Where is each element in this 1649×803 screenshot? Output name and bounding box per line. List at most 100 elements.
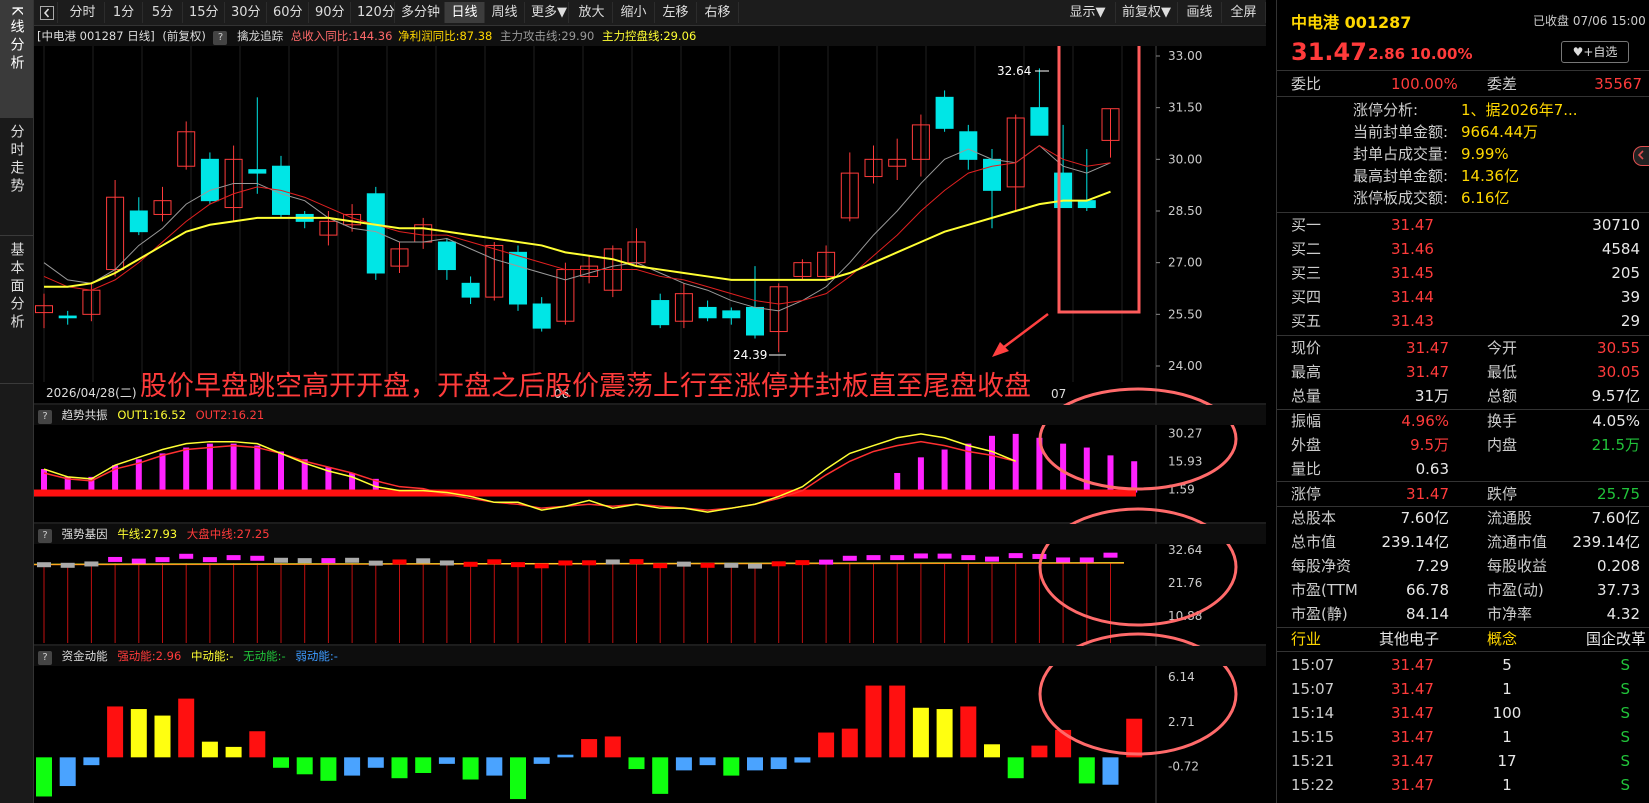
stat-value: 25.75: [1597, 485, 1640, 503]
stat-value: 4.05%: [1592, 412, 1640, 430]
trade-tick-row: 15:22 31.47 1 S: [1277, 773, 1649, 797]
bid-volume: 30710: [1592, 216, 1640, 234]
indicator-revenue: 总收入同比:144.36: [290, 29, 393, 43]
tick-time: 15:07: [1291, 680, 1335, 698]
period-button[interactable]: 120分: [351, 2, 395, 23]
fund-bar: [675, 757, 692, 771]
fund-bar: [794, 757, 811, 763]
y-tick-label: 33.00: [1168, 49, 1202, 63]
fund-bar: [296, 757, 313, 775]
y-tick-label: 30.00: [1168, 152, 1202, 166]
gene-block: [985, 556, 999, 562]
period-button[interactable]: 1分: [105, 2, 143, 23]
tick-side: S: [1620, 680, 1630, 698]
bid-label: 买二: [1291, 240, 1322, 258]
limit-analysis-label: 涨停分析:: [1353, 101, 1419, 119]
panel-gene-market: 大盘中线:27.25: [186, 527, 270, 541]
y-tick-label: 21.76: [1168, 576, 1202, 590]
stat-value: 7.60亿: [1400, 509, 1449, 527]
trend-bar: [206, 443, 213, 493]
fund-bar: [533, 757, 550, 764]
period-button[interactable]: 90分: [309, 2, 351, 23]
tick-time: 15:14: [1291, 704, 1335, 722]
view-option-button[interactable]: 显示▼: [1060, 2, 1116, 23]
period-button[interactable]: 30分: [225, 2, 267, 23]
concept-label: 概念: [1487, 630, 1518, 648]
zoom-pan-button[interactable]: 缩小: [613, 2, 655, 23]
low-price-label: 24.39: [733, 348, 767, 362]
zoom-pan-button[interactable]: 放大: [571, 2, 613, 23]
zoom-pan-button[interactable]: 左移: [655, 2, 697, 23]
fund-bar: [59, 757, 76, 787]
tick-volume: 5: [1502, 656, 1512, 674]
fund-bar: [699, 757, 716, 766]
limit-analysis-row: 最高封单金额: 14.36亿: [1277, 165, 1649, 187]
tick-side: S: [1620, 656, 1630, 674]
stat-label: 流通股: [1487, 509, 1533, 527]
period-button[interactable]: 5分: [143, 2, 183, 23]
view-option-button[interactable]: 画线: [1178, 2, 1222, 23]
help-icon[interactable]: ?: [38, 529, 52, 543]
gene-block: [487, 559, 502, 565]
period-button[interactable]: 15分: [183, 2, 225, 23]
help-icon[interactable]: ?: [213, 31, 228, 45]
period-button[interactable]: 60分: [267, 2, 309, 23]
period-button[interactable]: 分时: [61, 2, 105, 23]
zoom-pan-button[interactable]: 右移: [697, 2, 739, 23]
limit-analysis-row: 封单占成交量: 9.99%: [1277, 143, 1649, 165]
view-option-button[interactable]: 前复权▼: [1116, 2, 1178, 23]
gene-block: [1079, 557, 1094, 563]
period-button[interactable]: 日线: [445, 2, 485, 23]
chevron-left-icon[interactable]: [1633, 146, 1649, 166]
fund-bar: [1078, 757, 1095, 784]
trend-out2-line: [43, 440, 1016, 511]
nav-item-1[interactable]: 分时走势: [0, 118, 33, 236]
candle-body: [1030, 107, 1049, 136]
fund-bar: [344, 757, 361, 776]
view-option-button[interactable]: 全屏: [1222, 2, 1266, 23]
stat-value: 66.78: [1406, 581, 1449, 599]
panel-fund-header: ? 资金动能 强动能:2.96 中动能:- 无动能:- 弱动能:-: [34, 646, 1266, 666]
candle-body: [532, 303, 551, 329]
fund-bar: [1007, 757, 1024, 779]
stat-value: 31万: [1414, 387, 1449, 405]
gene-block: [345, 557, 360, 563]
gene-block: [582, 560, 597, 566]
current-price: 31.47: [1291, 38, 1367, 66]
fund-bar: [652, 757, 669, 794]
period-button[interactable]: 多分钟: [395, 2, 445, 23]
stock-title: [中电港 001287 日线]: [37, 29, 155, 43]
indicator-attack-line: 主力攻击线:29.90: [500, 29, 595, 43]
toolbar: 分时 1分 5分 15分 30分 60分 90分 120分 多分钟 日线 周线 更多▼ 放大 缩小 左移 右移…: [34, 0, 1266, 26]
help-icon[interactable]: ?: [38, 651, 52, 665]
panel-trend-header: ? 趋势共振 OUT1:16.52 OUT2:16.21: [34, 405, 1266, 425]
help-icon[interactable]: ?: [38, 410, 52, 424]
stat-row: 现价 31.47 今开 30.55: [1277, 336, 1649, 360]
trend-bar: [989, 435, 995, 493]
nav-item-label: K线分析: [8, 6, 25, 74]
back-icon[interactable]: [36, 2, 58, 23]
stat-label: 现价: [1291, 339, 1322, 357]
stat-label: 市净率: [1487, 605, 1533, 623]
gene-block: [274, 557, 288, 563]
stat-row: 市盈(静) 84.14 市净率 4.32: [1277, 602, 1649, 626]
highlight-box: [1057, 30, 1141, 314]
fund-bar: [818, 732, 835, 758]
stat-value: 9.57亿: [1591, 387, 1640, 405]
stat-label: 流通市值: [1487, 533, 1548, 551]
tick-side: S: [1620, 776, 1630, 794]
nav-item-0[interactable]: K线分析: [0, 0, 33, 118]
add-watchlist-button[interactable]: ♥+自选: [1561, 41, 1629, 63]
fund-bar: [273, 757, 289, 768]
period-button[interactable]: 更多▼: [525, 2, 569, 23]
stat-label: 外盘: [1291, 436, 1322, 454]
candle-body: [461, 282, 480, 298]
period-button[interactable]: 周线: [485, 2, 525, 23]
gene-block: [1032, 553, 1047, 559]
trend-out1-line: [43, 433, 1016, 513]
bid-volume: 4584: [1601, 240, 1640, 258]
nav-item-2[interactable]: 基本面分析: [0, 236, 33, 384]
stat-row: 量比 0.63: [1277, 457, 1649, 481]
candle-body: [129, 210, 148, 233]
stat-label: 涨停: [1291, 485, 1322, 503]
